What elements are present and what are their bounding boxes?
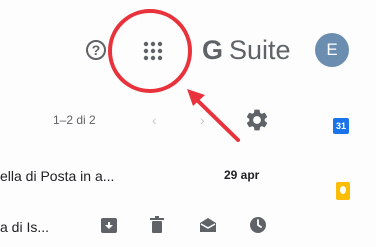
highlight-circle xyxy=(108,9,192,93)
snooze-icon xyxy=(250,217,266,233)
settings-button[interactable] xyxy=(244,107,270,133)
email-sender[interactable]: ella di Posta in a... xyxy=(0,168,114,184)
email-date: 29 apr xyxy=(224,168,260,182)
account-avatar[interactable]: E xyxy=(315,33,349,67)
help-button[interactable]: ? xyxy=(86,40,106,60)
gsuite-logo: G Suite xyxy=(202,31,291,69)
gmail-screenshot: ? G Suite E 1–2 di 2 ‹ › ella di Posta i… xyxy=(0,0,376,247)
newer-page-button[interactable]: › xyxy=(200,112,205,128)
older-page-button[interactable]: ‹ xyxy=(152,112,157,128)
gear-icon xyxy=(246,109,268,131)
brand-g: G xyxy=(202,34,224,65)
email-sender[interactable]: a di Is... xyxy=(0,219,49,235)
pagination-range: 1–2 di 2 xyxy=(53,113,96,127)
calendar-app-icon[interactable]: 31 xyxy=(333,118,349,134)
delete-icon xyxy=(150,216,164,233)
snooze-button[interactable] xyxy=(248,215,268,235)
delete-button[interactable] xyxy=(147,215,167,235)
brand-suite: Suite xyxy=(229,34,291,65)
mark-read-icon xyxy=(200,218,216,232)
keep-app-icon[interactable] xyxy=(336,182,350,200)
mark-as-read-button[interactable] xyxy=(198,215,218,235)
archive-icon xyxy=(101,218,117,233)
archive-button[interactable] xyxy=(99,215,119,235)
